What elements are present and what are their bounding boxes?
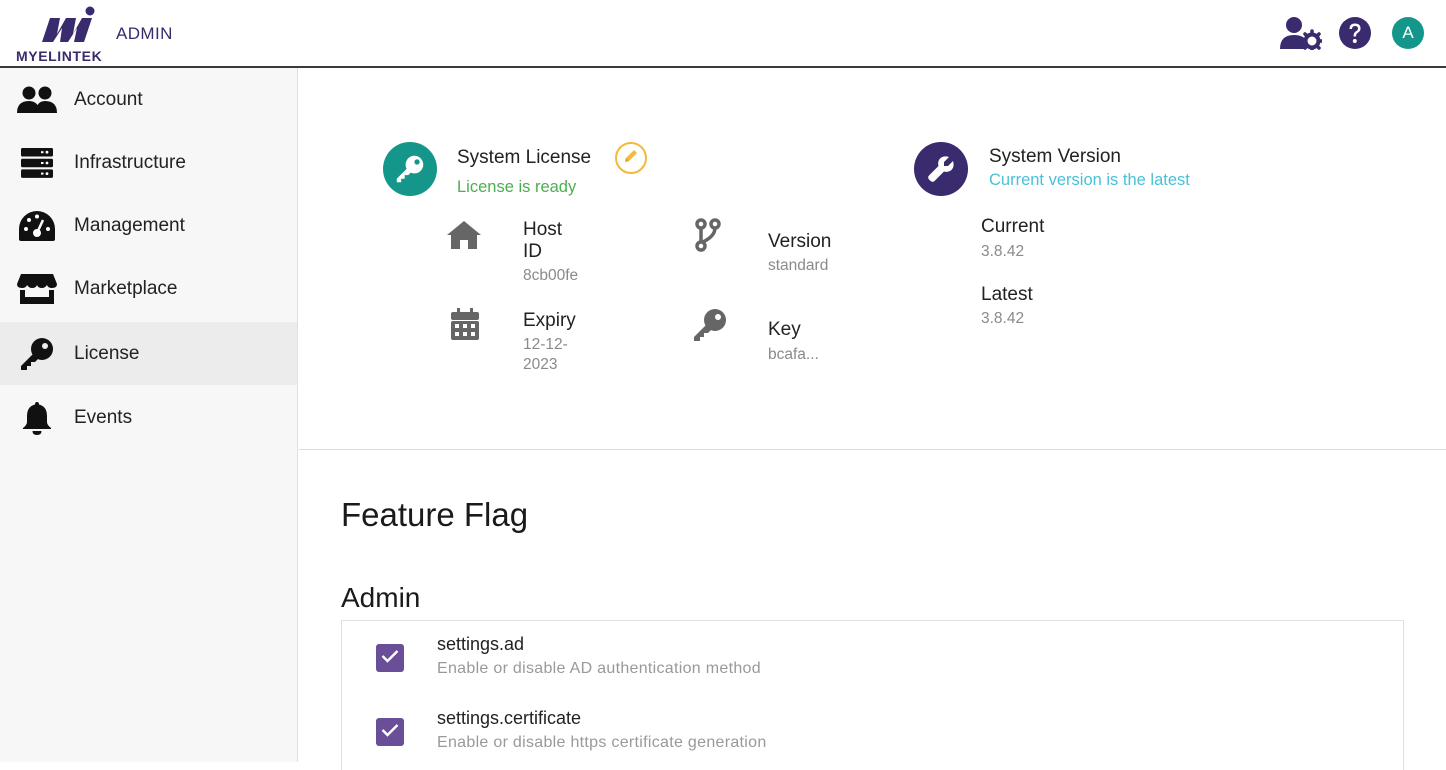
home-icon	[446, 220, 482, 255]
sidebar-item-infrastructure[interactable]: Infrastructure	[0, 131, 297, 194]
main-content: System License License is ready Host ID …	[299, 68, 1446, 770]
settings-certificate-checkbox[interactable]	[376, 718, 404, 746]
code-branch-icon	[695, 218, 721, 257]
feature-flag-title: Feature Flag	[341, 496, 529, 533]
flag-description: Enable or disable https certificate gene…	[437, 734, 767, 751]
expiry-label: Expiry	[523, 310, 576, 331]
sidebar-item-label: Infrastructure	[74, 151, 186, 173]
header-section-label: ADMIN	[116, 24, 173, 43]
users-icon	[16, 80, 58, 120]
top-header: MYELINTEK ADMIN A	[0, 0, 1446, 68]
edit-license-button[interactable]	[615, 142, 647, 174]
help-icon[interactable]	[1338, 16, 1372, 55]
sidebar-item-events[interactable]: Events	[0, 386, 297, 449]
key-value: bcafa...	[768, 346, 819, 363]
bell-icon	[16, 398, 58, 438]
license-key-icon	[383, 142, 437, 196]
logo-mark-icon	[42, 6, 95, 42]
server-icon	[16, 143, 58, 183]
wrench-icon	[914, 142, 968, 196]
version-title: System Version	[989, 146, 1121, 167]
license-card: System License License is ready Host ID …	[299, 68, 1446, 450]
sidebar-item-license[interactable]: License	[0, 322, 297, 385]
check-icon	[381, 723, 399, 742]
flag-name: settings.ad	[437, 634, 525, 654]
store-icon	[16, 269, 58, 309]
gauge-icon	[16, 206, 58, 246]
current-version-label: Current	[981, 216, 1045, 237]
host-id-value: 8cb00fe	[523, 267, 579, 284]
check-icon	[381, 649, 399, 668]
current-version-value: 3.8.42	[981, 243, 1025, 260]
version-label: Version	[768, 231, 832, 252]
sidebar-item-marketplace[interactable]: Marketplace	[0, 257, 297, 320]
host-id-label: Host ID	[523, 219, 563, 262]
user-avatar[interactable]: A	[1392, 17, 1424, 49]
key-icon	[693, 308, 727, 347]
sidebar-item-label: License	[74, 342, 140, 364]
version-status: Current version is the latest	[989, 171, 1190, 189]
feature-flag-row: settings.ad Enable or disable AD authent…	[342, 621, 1403, 695]
flag-name: settings.certificate	[437, 708, 582, 728]
latest-version-label: Latest	[981, 284, 1033, 305]
latest-version-value: 3.8.42	[981, 310, 1025, 327]
user-gear-icon[interactable]	[1280, 16, 1324, 55]
sidebar-item-label: Marketplace	[74, 277, 178, 299]
version-value: standard	[768, 257, 829, 274]
sidebar-item-label: Events	[74, 406, 133, 428]
license-status: License is ready	[457, 178, 577, 196]
sidebar: Account Infrastructure Management Market…	[0, 68, 298, 762]
key-label: Key	[768, 319, 801, 340]
sidebar-item-label: Account	[74, 88, 143, 110]
flag-description: Enable or disable AD authentication meth…	[437, 660, 761, 677]
license-title: System License	[457, 147, 592, 168]
feature-flag-list: settings.ad Enable or disable AD authent…	[341, 620, 1404, 770]
calendar-icon	[451, 308, 479, 345]
sidebar-item-label: Management	[74, 214, 185, 236]
feature-flag-row: settings.certificate Enable or disable h…	[342, 695, 1403, 769]
sidebar-item-management[interactable]: Management	[0, 194, 297, 257]
brand-name: MYELINTEK	[16, 48, 103, 64]
settings-ad-checkbox[interactable]	[376, 644, 404, 672]
key-icon	[16, 334, 58, 374]
sidebar-item-account[interactable]: Account	[0, 68, 297, 131]
expiry-value: 12-12-2023	[523, 336, 568, 373]
pencil-icon	[623, 148, 639, 169]
myelintek-logo[interactable]: MYELINTEK	[14, 4, 124, 64]
feature-flag-group: Admin	[341, 582, 421, 613]
